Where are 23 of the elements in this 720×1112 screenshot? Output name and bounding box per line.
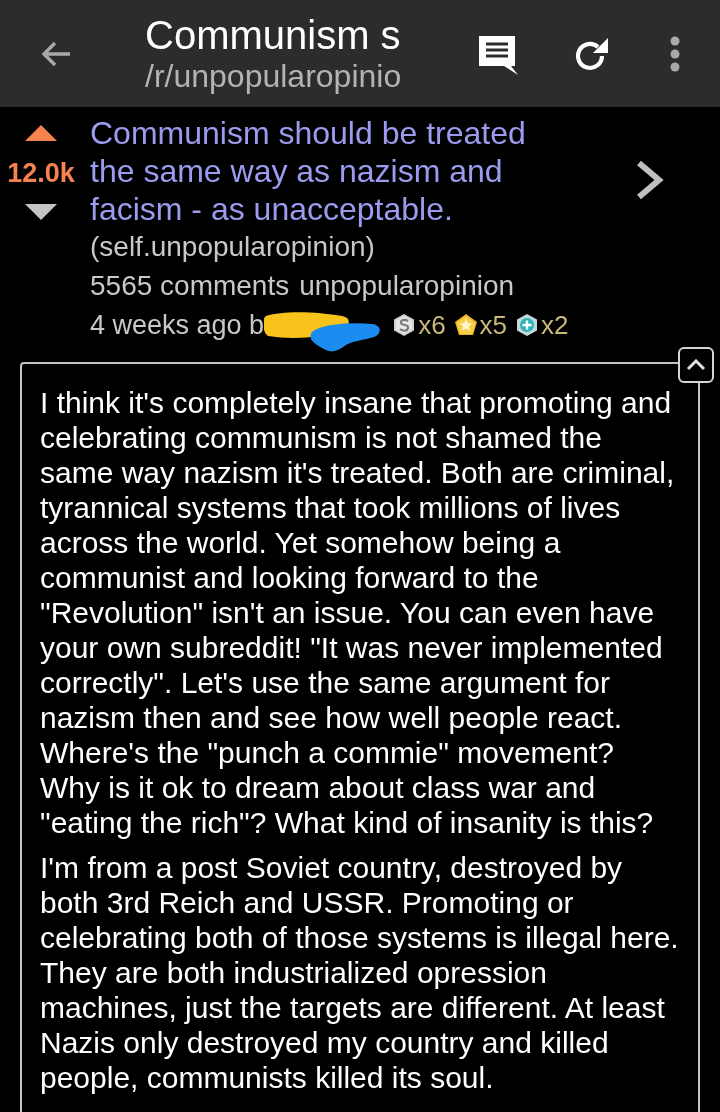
toolbar-title: Communism s [145,12,402,57]
award-count: x5 [479,310,508,340]
post-byline: 4 weeks ago b [90,309,265,342]
post-title[interactable]: Communism should be treated the same way as nazism and facism - as unacceptable. [90,114,560,228]
s-medal-icon [392,313,417,337]
downvote-icon[interactable] [25,204,57,220]
body-paragraph: I think it's completely insane that promoting and celebrating communism is not shamed the same way nazism it's treated. Both are criminal, tyrannical systems that took millions of lives across the world. Yet somehow being a communist and looking forward to the "Revolution" isn't an issue. You can even have your own subreddit! "It was never implemented correctly". Let's use the same argument for nazism then and see how well people react. Where's the "punch a commie" movement? Why is it ok to dream about class war and "eating the rich"? What kind of insanity is this? [40,385,676,840]
post-domain: (self.unpopularopinion) [90,230,376,264]
award-count: x2 [541,310,569,340]
body-paragraph: I'm from a post Soviet country, destroyed by both 3rd Reich and USSR. Promoting or celebrating both of those systems is illegal here. They are both industrialized opression machines, just the targets are different. At least Nazis only destroyed my country and killed people, communists killed its soul. [40,850,680,1095]
caret-icon [686,359,706,371]
subreddit-link[interactable]: unpopularopinion [299,267,515,305]
collapse-button[interactable] [678,347,714,383]
upvote-icon[interactable] [25,125,57,141]
back-icon[interactable] [40,39,72,68]
award-count: x6 [418,310,446,340]
toolbar-subtitle: /r/unpopularopinio [145,56,403,95]
vote-score: 12.0k [7,159,75,187]
comment-count[interactable]: 5565 comments [90,267,290,305]
plus-medal-icon [515,313,540,337]
overflow-menu-icon[interactable] [668,35,682,72]
chevron-right-icon[interactable] [635,160,665,200]
star-medal-icon [453,313,478,337]
